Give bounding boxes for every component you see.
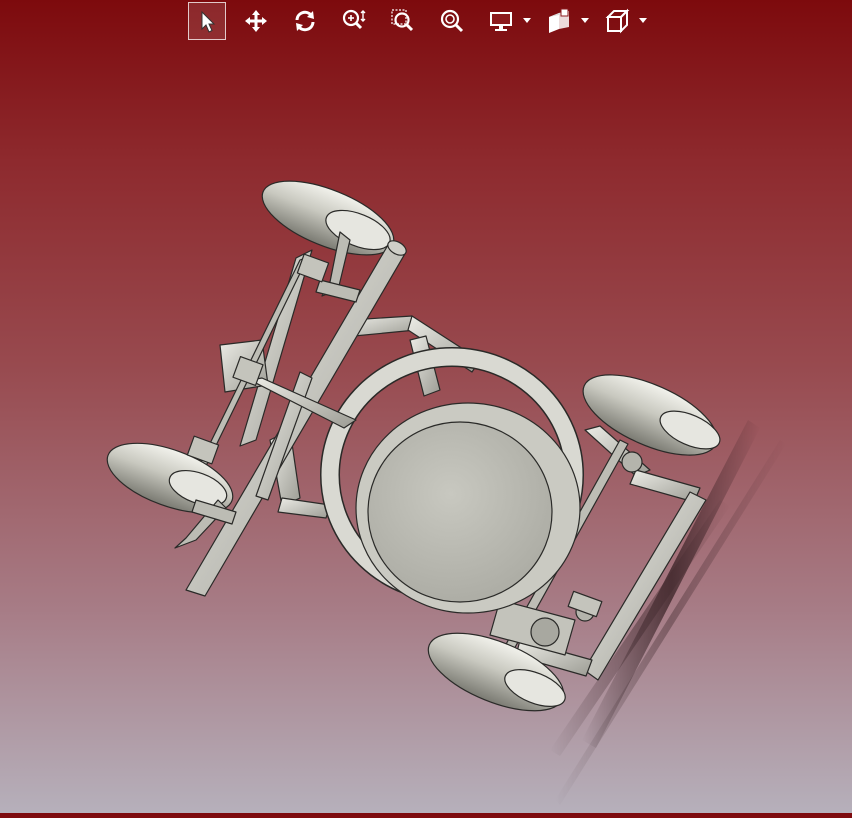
section-view-icon xyxy=(549,8,569,33)
select-arrow-icon xyxy=(201,10,216,33)
display-monitor-icon xyxy=(490,12,512,31)
zoom-tool-button[interactable] xyxy=(335,2,373,40)
fuel-tank xyxy=(355,402,581,614)
zoom-window-button[interactable] xyxy=(384,2,422,40)
pan-tool-button[interactable] xyxy=(237,2,275,40)
section-view-button[interactable] xyxy=(540,2,578,40)
section-view-group xyxy=(540,2,590,40)
zoom-window-icon xyxy=(391,9,414,32)
view-orientation-group xyxy=(598,2,648,40)
rotate-icon xyxy=(295,10,315,32)
select-tool-button[interactable] xyxy=(188,2,226,40)
3d-viewport[interactable] xyxy=(0,0,852,813)
wheel-front-right xyxy=(582,374,721,456)
display-mode-group xyxy=(482,2,532,40)
view-orientation-button[interactable] xyxy=(598,2,636,40)
zoom-fit-button[interactable] xyxy=(433,2,471,40)
section-view-dropdown[interactable] xyxy=(580,16,590,26)
view-toolbar xyxy=(188,0,656,42)
pan-move-icon xyxy=(245,10,267,32)
display-mode-button[interactable] xyxy=(482,2,520,40)
kart-model[interactable] xyxy=(0,0,852,813)
wheel-front-left xyxy=(261,180,395,256)
display-mode-dropdown[interactable] xyxy=(522,16,532,26)
view-orientation-dropdown[interactable] xyxy=(638,16,648,26)
view-cube-icon xyxy=(605,8,630,34)
zoom-fit-icon xyxy=(440,9,464,33)
chevron-down-icon xyxy=(639,18,647,23)
chevron-down-icon xyxy=(523,18,531,23)
zoom-in-out-icon xyxy=(342,9,366,30)
chevron-down-icon xyxy=(581,18,589,23)
rotate-tool-button[interactable] xyxy=(286,2,324,40)
